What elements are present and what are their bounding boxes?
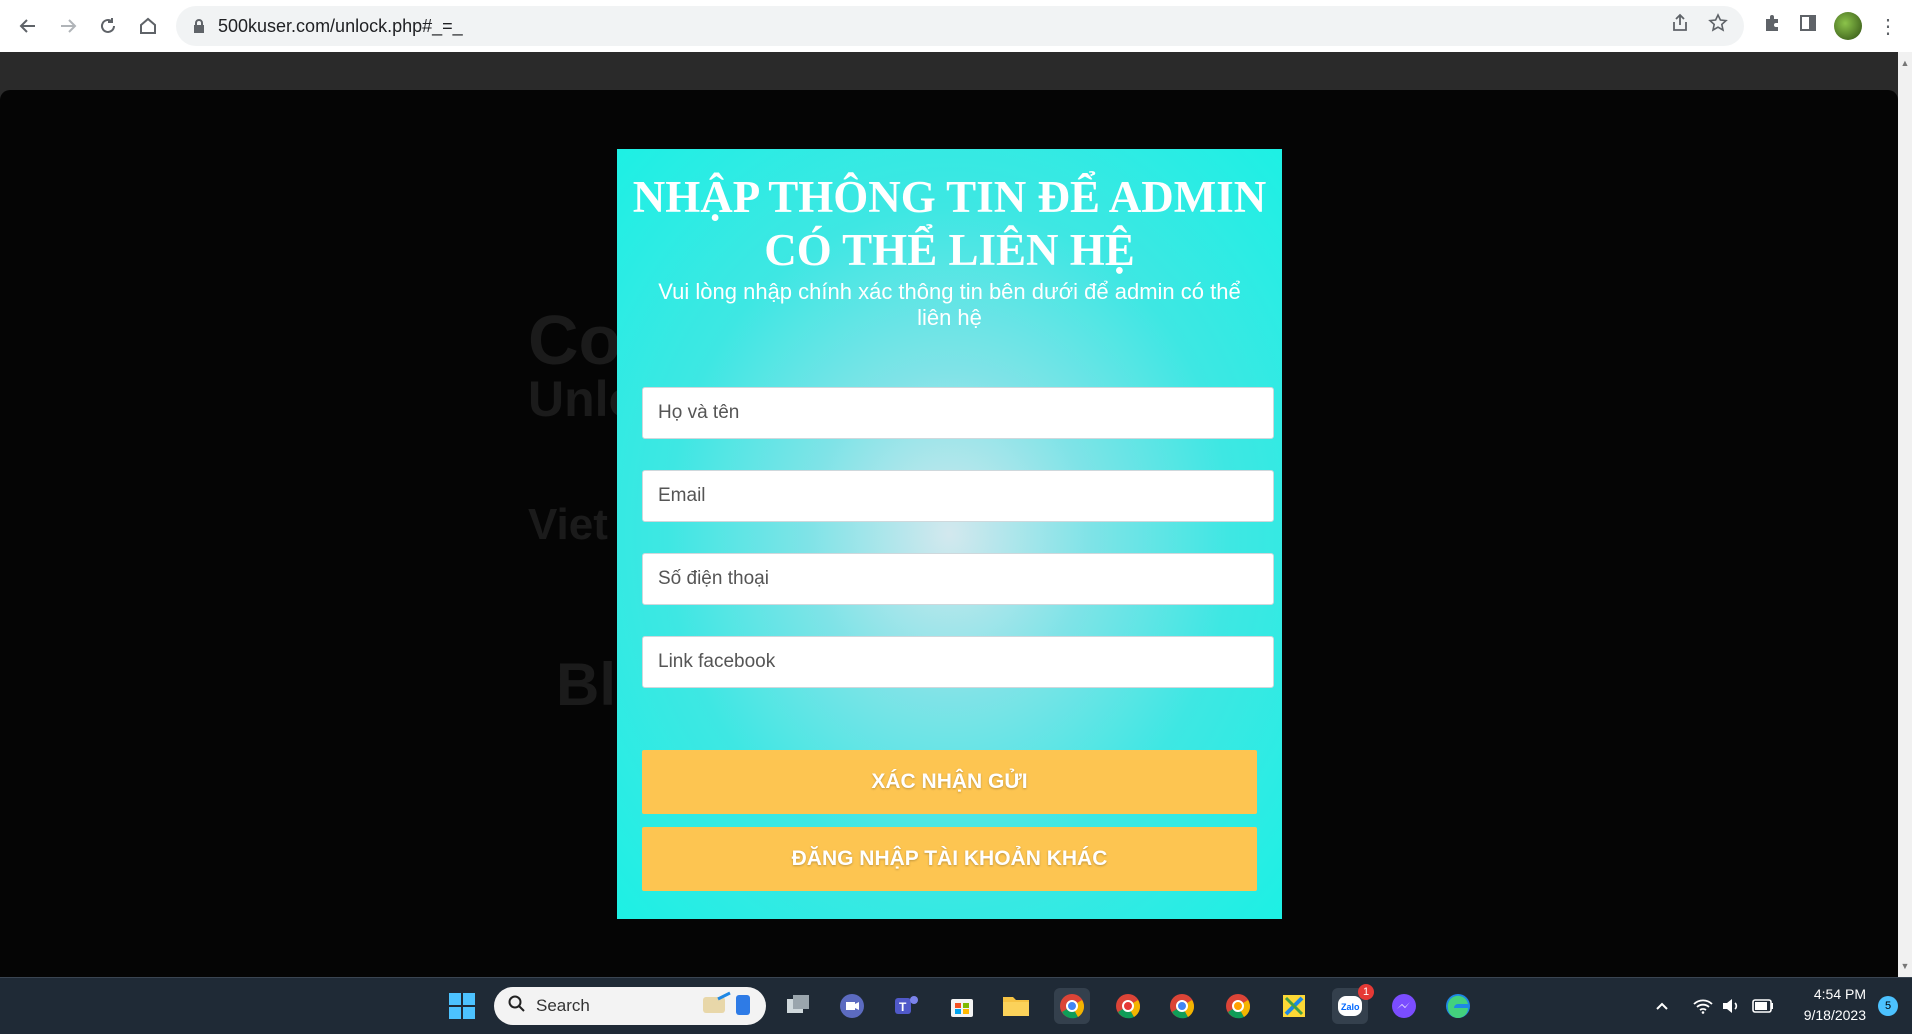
scroll-up-arrow-icon[interactable]: ▲ <box>1898 56 1912 70</box>
facebook-link-field[interactable] <box>642 636 1274 688</box>
full-name-field[interactable] <box>642 387 1274 439</box>
lock-icon <box>190 17 208 35</box>
search-icon <box>508 995 526 1018</box>
extensions-puzzle-icon[interactable] <box>1762 13 1782 39</box>
taskbar-search[interactable]: Search <box>494 987 766 1025</box>
chrome-profile-2-icon[interactable] <box>1110 988 1146 1024</box>
address-bar[interactable]: 500kuser.com/unlock.php#_=_ <box>176 6 1744 46</box>
back-arrow-icon[interactable] <box>8 6 48 46</box>
zalo-icon[interactable]: Zalo 1 <box>1332 984 1374 1024</box>
ghost-text-logo: Co <box>528 301 622 379</box>
page-scrollbar[interactable]: ▲ ▼ <box>1898 52 1912 977</box>
start-windows-icon[interactable] <box>444 988 480 1024</box>
search-highlight-icon <box>698 989 758 1024</box>
side-panel-icon[interactable] <box>1798 13 1818 39</box>
forward-arrow-icon[interactable] <box>48 6 88 46</box>
tray-chevron-up-icon[interactable] <box>1648 988 1676 1024</box>
browser-toolbar: 500kuser.com/unlock.php#_=_ ⋮ <box>0 0 1912 53</box>
store-icon[interactable] <box>944 988 980 1024</box>
reload-icon[interactable] <box>88 6 128 46</box>
volume-icon[interactable] <box>1718 988 1744 1024</box>
contact-info-modal: NHẬP THÔNG TIN ĐỂ ADMIN CÓ THỂ LIÊN HỆ V… <box>617 149 1282 919</box>
edge-icon[interactable] <box>1440 988 1476 1024</box>
svg-text:T: T <box>899 1000 907 1014</box>
modal-subtitle: Vui lòng nhập chính xác thông tin bên dư… <box>658 279 1241 330</box>
chrome-icon-active[interactable] <box>1054 988 1090 1024</box>
task-view-icon[interactable] <box>780 988 816 1024</box>
svg-text:Zalo: Zalo <box>1341 1002 1360 1012</box>
ghost-text-block: Bl <box>556 651 616 718</box>
email-field[interactable] <box>642 470 1274 522</box>
scroll-down-arrow-icon[interactable]: ▼ <box>1898 959 1912 973</box>
clock-time[interactable]: 4:54 PM <box>1780 986 1866 1002</box>
ghost-text-heading: Viet <box>528 500 608 549</box>
battery-icon[interactable] <box>1748 988 1778 1024</box>
zalo-notification-badge: 1 <box>1358 984 1374 1000</box>
notification-center-badge[interactable]: 5 <box>1878 996 1898 1016</box>
url-text: 500kuser.com/unlock.php#_=_ <box>218 15 463 36</box>
unikey-icon[interactable] <box>1276 988 1312 1024</box>
teams-icon[interactable]: T <box>888 988 924 1024</box>
login-other-account-button[interactable]: ĐĂNG NHẬP TÀI KHOẢN KHÁC <box>642 827 1257 891</box>
home-icon[interactable] <box>128 6 168 46</box>
file-explorer-icon[interactable] <box>998 988 1034 1024</box>
meet-camera-icon[interactable] <box>834 988 870 1024</box>
menu-kebab-icon[interactable]: ⋮ <box>1878 14 1898 39</box>
phone-field[interactable] <box>642 553 1274 605</box>
bookmark-star-icon[interactable] <box>1708 13 1728 39</box>
profile-avatar[interactable] <box>1834 12 1862 40</box>
wifi-icon[interactable] <box>1690 988 1716 1024</box>
chrome-profile-3-icon[interactable] <box>1164 988 1200 1024</box>
messenger-icon[interactable] <box>1386 988 1422 1024</box>
submit-button[interactable]: XÁC NHẬN GỬI <box>642 750 1257 814</box>
chrome-profile-4-icon[interactable] <box>1220 988 1256 1024</box>
search-label: Search <box>536 996 590 1015</box>
share-icon[interactable] <box>1670 13 1690 39</box>
clock-date[interactable]: 9/18/2023 <box>1780 1007 1866 1023</box>
modal-title: NHẬP THÔNG TIN ĐỂ ADMIN CÓ THỂ LIÊN HỆ <box>632 172 1267 275</box>
windows-taskbar: Search T Zalo 1 4:54 PM 9/18/2023 5 <box>0 977 1912 1034</box>
